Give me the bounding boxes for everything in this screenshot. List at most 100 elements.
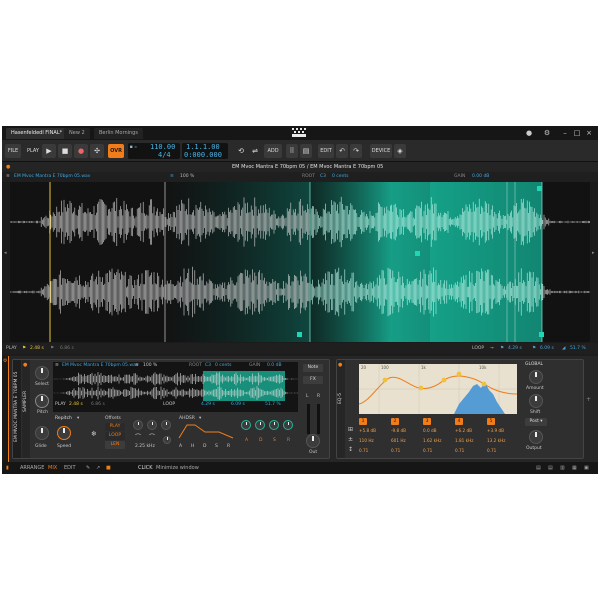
notes-icon[interactable]: ▤ (536, 462, 541, 474)
waveform-area[interactable] (10, 182, 590, 342)
eq-link-icon[interactable]: ⊞ (348, 426, 353, 433)
eq-band-1-number[interactable]: 1 (359, 418, 367, 425)
eq-band-2-freq[interactable]: 601 Hz (391, 438, 406, 443)
editor-cents[interactable]: 0 cents (332, 172, 349, 182)
arrow-icon[interactable]: ↗ (96, 462, 100, 474)
mod-knob-2[interactable] (255, 420, 265, 430)
mod-knob-4[interactable] (283, 420, 293, 430)
tab-hasenfeldedl[interactable]: Hasenfeldedl FINAL* (6, 128, 68, 139)
browser-icon[interactable]: ▤ (300, 144, 312, 158)
offset-len-button[interactable]: LEN (105, 441, 125, 449)
maximize-icon[interactable]: □ (572, 128, 582, 138)
sampler-name-strip[interactable]: ● SAMPLER (22, 360, 30, 458)
position-display[interactable]: 1.1.1.00 0:000.000 (182, 143, 228, 159)
offset-play-button[interactable]: PLAY (105, 423, 125, 431)
ahdsr-dropdown-icon[interactable]: ▾ (199, 416, 201, 421)
eq-band-5-q[interactable]: 0.71 (487, 448, 496, 453)
settings-gear-icon[interactable]: ⚙ (542, 128, 552, 138)
punch-icon[interactable]: ⇌ (250, 144, 260, 158)
mode-select[interactable]: Post ▾ (525, 418, 547, 426)
eq-band-5-freq[interactable]: 13.2 kHz (487, 438, 505, 443)
sampler-loop-start[interactable]: 4.29 s (201, 402, 215, 407)
eq-band-2-number[interactable]: 2 (391, 418, 399, 425)
tab-new-2[interactable]: New 2 (64, 128, 90, 139)
eq-band-5-number[interactable]: 5 (487, 418, 495, 425)
mix-button[interactable]: MIX (48, 462, 57, 474)
device-toggle-icon[interactable]: ■ (106, 462, 111, 474)
grid-view-icon[interactable]: ⠿ (286, 144, 298, 158)
eq-band-5-gain[interactable]: +3.9 dB (487, 428, 504, 433)
eq-band-3-number[interactable]: 3 (423, 418, 431, 425)
close-icon[interactable]: × (584, 128, 594, 138)
minimize-icon[interactable]: – (560, 128, 570, 138)
eq-band-1-freq[interactable]: 110 Hz (359, 438, 374, 443)
editor-root-value[interactable]: C3 (320, 172, 326, 182)
eq-band-4-number[interactable]: 4 (455, 418, 463, 425)
pitch-knob[interactable] (35, 394, 49, 408)
select-knob[interactable] (35, 366, 49, 380)
eq-band-3-freq[interactable]: 1.62 kHz (423, 438, 441, 443)
filter-env-knob[interactable] (163, 436, 171, 444)
shift-knob[interactable] (529, 394, 543, 408)
edit-view-button[interactable]: EDIT (64, 462, 76, 474)
filter-slope-icon[interactable]: ⌒ (149, 432, 155, 441)
filter-mode-knob[interactable] (133, 420, 143, 430)
amount-knob[interactable] (529, 370, 543, 384)
tab-berlin-mornings[interactable]: Berlin Mornings (94, 128, 143, 139)
record-button[interactable]: ● (74, 144, 88, 158)
sampler-waveform-panel[interactable]: ≋ EM Mvoc Mantra E 70bpm 05.wav ≋ 100 % … (53, 362, 298, 412)
device-panel-icon-small[interactable]: ⚙ (3, 358, 7, 364)
loop-end-handle[interactable] (539, 332, 544, 337)
fx-button[interactable]: FX (303, 376, 323, 384)
mixer-icon[interactable]: ▥ (560, 462, 565, 474)
sampler-play-end[interactable]: 6.86 s (91, 402, 105, 407)
editor-loop-end[interactable]: 6.09 s (540, 343, 554, 354)
glide-knob[interactable] (35, 426, 49, 440)
eq-curve-graph[interactable]: 20 100 1k 10k (359, 364, 517, 414)
scroll-left-icon[interactable]: ◂ (4, 250, 7, 256)
note-button[interactable]: Note (303, 364, 323, 372)
device-panel-icon[interactable]: ◈ (394, 144, 406, 158)
tempo-display[interactable]: ■ ▷ 110.00 4/4 (128, 143, 180, 159)
panel-icon[interactable]: ▦ (572, 462, 577, 474)
mod-knob-3[interactable] (269, 420, 279, 430)
undo-icon[interactable]: ↶ (336, 144, 348, 158)
output-knob[interactable] (529, 430, 543, 444)
speed-knob[interactable] (57, 426, 71, 440)
editor-play-start[interactable]: 2.48 s (30, 343, 44, 354)
eq-band-1-gain[interactable]: +5.8 dB (359, 428, 376, 433)
play-button[interactable]: ▶ (42, 144, 56, 158)
eq-band-4-q[interactable]: 0.71 (455, 448, 464, 453)
edit-button[interactable]: EDIT (318, 144, 334, 158)
eq-band-3-q[interactable]: 0.71 (423, 448, 432, 453)
out-knob[interactable] (306, 434, 320, 448)
redo-icon[interactable]: ↷ (350, 144, 362, 158)
loop-start-handle[interactable] (297, 332, 302, 337)
resonance-knob[interactable] (147, 420, 157, 430)
pencil-icon[interactable]: ✎ (86, 462, 90, 474)
scroll-right-icon[interactable]: ▸ (592, 250, 595, 256)
sampler-zoom[interactable]: 100 % (143, 363, 157, 368)
sampler-loop-pct[interactable]: 51.7 % (265, 402, 281, 407)
add-button[interactable]: ADD (264, 144, 282, 158)
sampler-preset-strip[interactable]: EM MVOC MANTRA E 70BPM 05 (13, 360, 21, 458)
sampler-root-value[interactable]: C3 (205, 363, 211, 368)
filter-freq-value[interactable]: 2.25 kHz (135, 444, 155, 449)
arrange-button[interactable]: ARRANGE (20, 462, 44, 474)
editor-loop-start[interactable]: 4.29 s (508, 343, 522, 354)
eq-band-4-gain[interactable]: +6.2 dB (455, 428, 472, 433)
add-device-icon[interactable]: + (586, 396, 594, 410)
editor-gain-value[interactable]: 0.00 dB (472, 172, 489, 182)
eq-band-3-gain[interactable]: 0.0 dB (423, 428, 437, 433)
editor-play-end[interactable]: 6.86 s (60, 343, 74, 354)
stop-button[interactable]: ■ (58, 144, 72, 158)
sampler-power-icon[interactable]: ● (23, 362, 27, 368)
overdub-button[interactable]: OVR (108, 144, 124, 158)
sampler-cents[interactable]: 0 cents (215, 363, 232, 368)
file-button[interactable]: FILE (5, 144, 21, 158)
eq-power-icon[interactable]: ● (338, 362, 342, 368)
eq-band-1-q[interactable]: 0.71 (359, 448, 368, 453)
eq-name-strip[interactable]: ● EQ-5 (337, 360, 345, 458)
sampler-gain-value[interactable]: 0.0 dB (267, 363, 282, 368)
editor-loop-pct[interactable]: 51.7 % (570, 343, 586, 354)
